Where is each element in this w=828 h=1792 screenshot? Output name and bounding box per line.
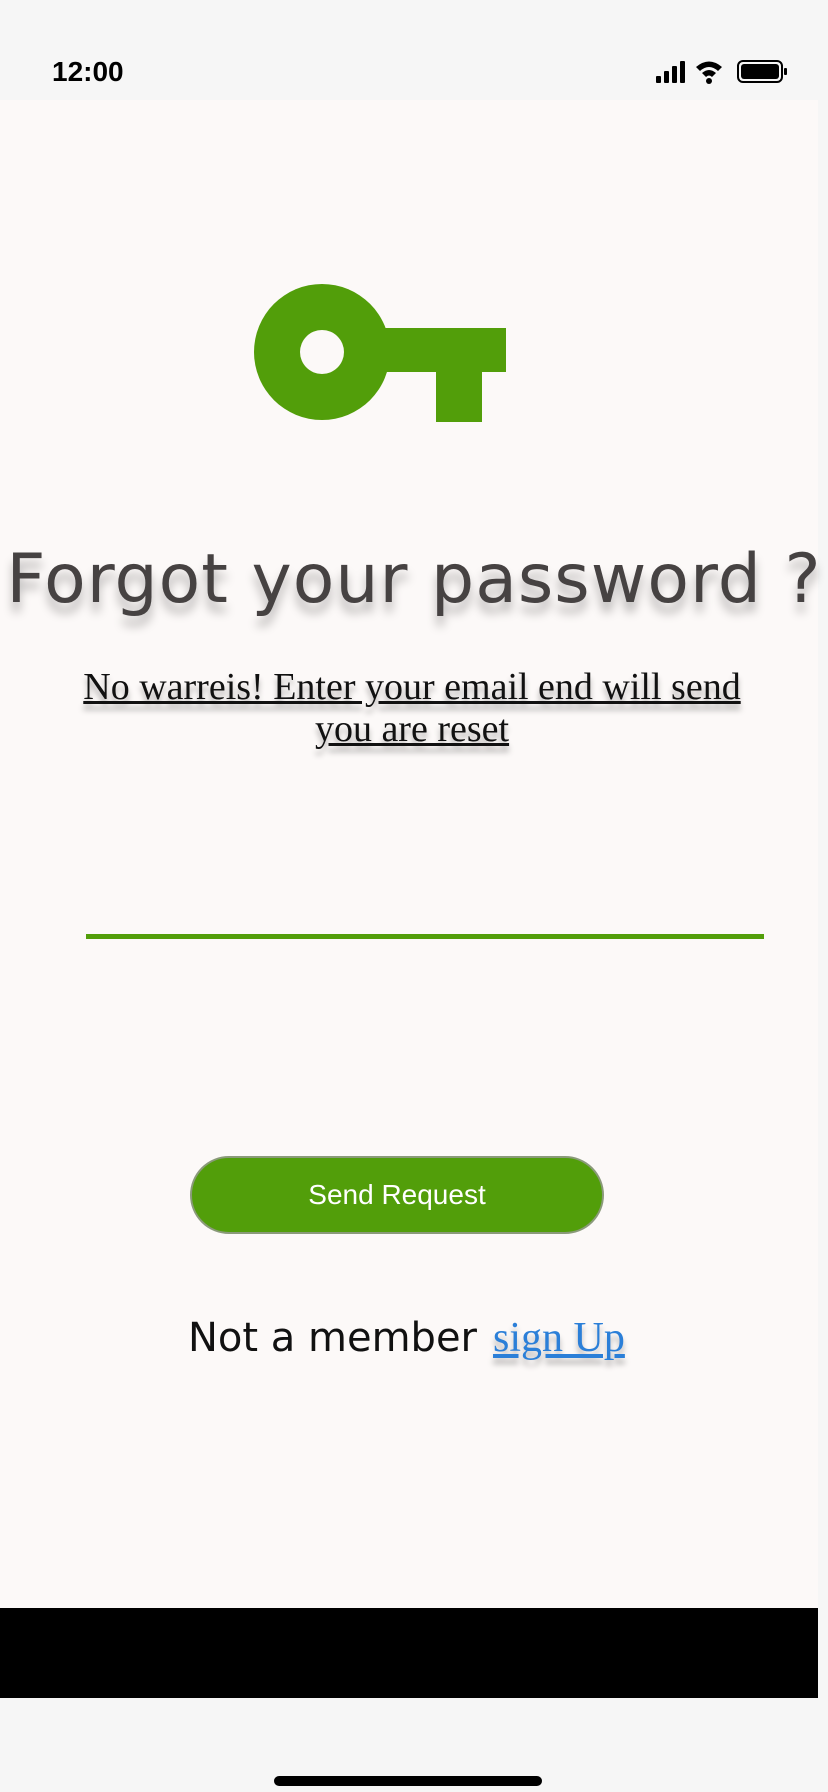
status-bar: 12:00	[0, 0, 828, 100]
bottom-bar	[0, 1608, 818, 1698]
wifi-icon	[696, 61, 722, 84]
page-subtitle: No warreis! Enter your email end will se…	[83, 666, 741, 750]
battery-icon	[737, 60, 787, 83]
status-icons	[656, 58, 792, 86]
signup-row: Not a member sign Up	[188, 1314, 625, 1374]
email-field[interactable]	[86, 880, 764, 939]
signal-icon	[656, 61, 685, 83]
sign-up-link[interactable]: sign Up	[493, 1314, 625, 1362]
page-title: Forgot your password ?	[6, 540, 822, 619]
not-member-text: Not a member	[188, 1315, 478, 1361]
status-time: 12:00	[52, 56, 124, 87]
key-icon	[254, 284, 506, 422]
send-request-button[interactable]: Send Request	[190, 1156, 604, 1234]
home-indicator	[274, 1776, 542, 1786]
